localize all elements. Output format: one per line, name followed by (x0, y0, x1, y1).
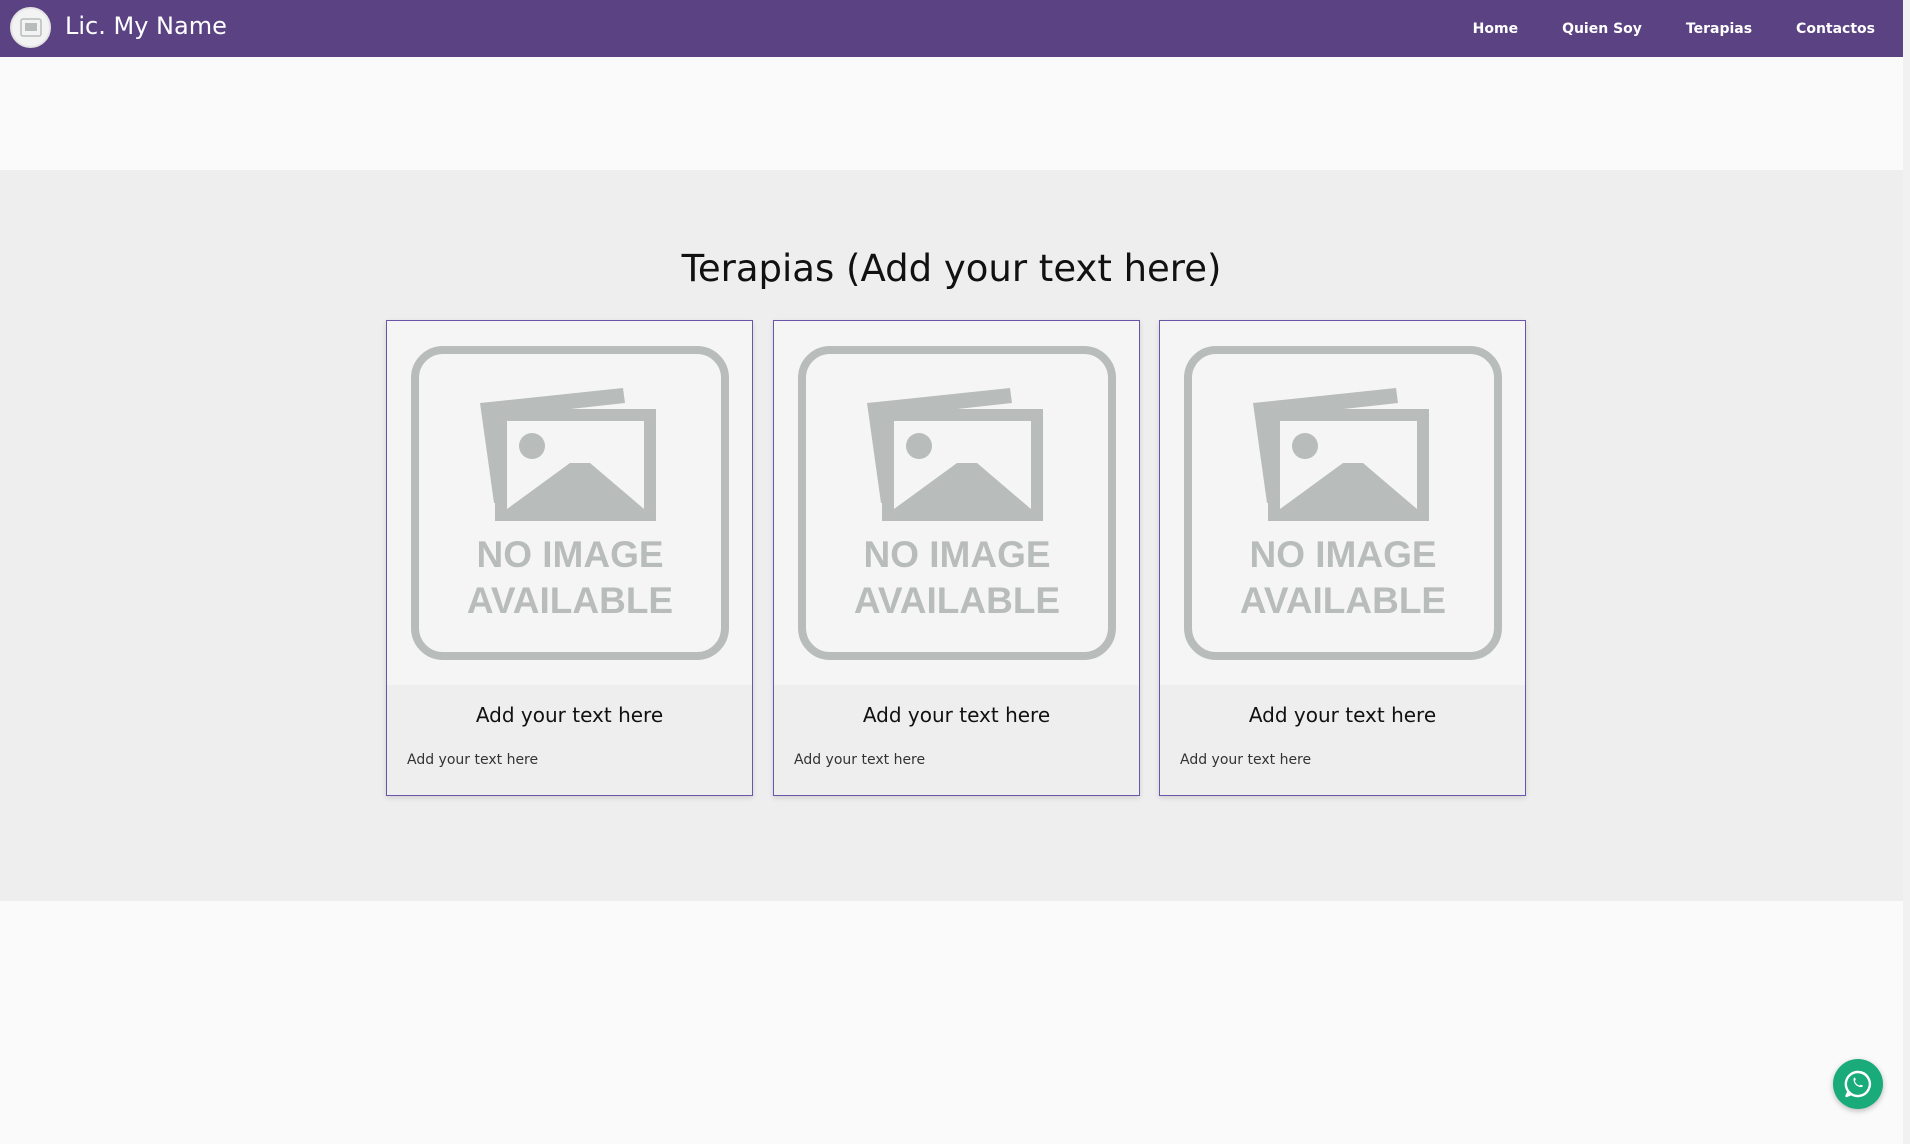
card: NO IMAGE AVAILABLE Add your text here Ad… (386, 320, 753, 796)
card-text: Add your text here (1180, 752, 1312, 768)
card: NO IMAGE AVAILABLE Add your text here Ad… (773, 320, 1140, 796)
card-image: NO IMAGE AVAILABLE (774, 321, 1139, 685)
card-title: Add your text here (862, 703, 1051, 727)
terapias-section: Terapias (Add your text here) NO IMAGE A… (0, 170, 1903, 901)
card-title: Add your text here (1248, 703, 1437, 727)
card: NO IMAGE AVAILABLE Add your text here Ad… (1159, 320, 1526, 796)
no-image-icon: NO IMAGE AVAILABLE (410, 346, 729, 660)
no-image-label: NO IMAGE (1249, 534, 1436, 575)
card-image: NO IMAGE AVAILABLE (387, 321, 752, 685)
nav-quien-soy[interactable]: Quien Soy (1562, 21, 1642, 37)
available-label: AVAILABLE (1239, 580, 1445, 621)
nav-contactos[interactable]: Contactos (1796, 21, 1875, 37)
available-label: AVAILABLE (853, 580, 1059, 621)
section-title: Terapias (Add your text here) (681, 247, 1222, 290)
card-image: NO IMAGE AVAILABLE (1160, 321, 1525, 685)
available-label: AVAILABLE (466, 580, 672, 621)
nav-terapias[interactable]: Terapias (1686, 21, 1752, 37)
card-text: Add your text here (794, 752, 926, 768)
whatsapp-button[interactable] (1833, 1059, 1883, 1109)
brand-name[interactable]: Lic. My Name (65, 12, 227, 40)
no-image-icon: NO IMAGE AVAILABLE (1183, 346, 1502, 660)
image-placeholder-icon (19, 17, 42, 37)
no-image-label: NO IMAGE (863, 534, 1050, 575)
no-image-icon: NO IMAGE AVAILABLE (797, 346, 1116, 660)
whatsapp-icon (1844, 1070, 1872, 1098)
no-image-label: NO IMAGE (476, 534, 663, 575)
nav-home[interactable]: Home (1473, 21, 1518, 37)
nav-links: Home Quien Soy Terapias Contactos (1429, 0, 1903, 57)
brand-logo[interactable] (10, 7, 51, 48)
scrollbar[interactable] (1903, 0, 1910, 1144)
card-text: Add your text here (407, 752, 539, 768)
navbar: Lic. My Name Home Quien Soy Terapias Con… (0, 0, 1903, 57)
card-title: Add your text here (475, 703, 664, 727)
